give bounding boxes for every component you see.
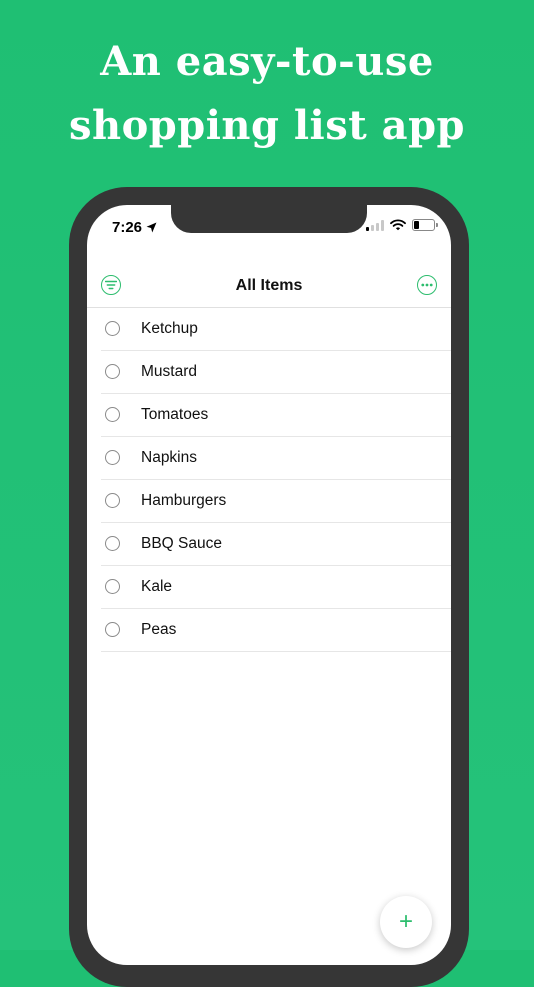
- item-label: Peas: [141, 621, 177, 638]
- item-checkbox[interactable]: [105, 407, 120, 422]
- more-options-icon: [421, 283, 433, 287]
- item-checkbox[interactable]: [105, 536, 120, 551]
- headline: An easy-to-use shopping list app: [0, 30, 534, 158]
- status-time-text: 7:26: [112, 219, 143, 236]
- list-item[interactable]: Peas: [101, 609, 451, 652]
- headline-line-2: shopping list app: [68, 102, 466, 149]
- list-item[interactable]: Mustard: [101, 351, 451, 394]
- list-item[interactable]: Tomatoes: [101, 394, 451, 437]
- item-label: Napkins: [141, 449, 197, 466]
- location-arrow-icon: [146, 222, 157, 233]
- item-label: Hamburgers: [141, 492, 227, 509]
- item-checkbox[interactable]: [105, 579, 120, 594]
- item-label: Ketchup: [141, 320, 198, 337]
- item-checkbox[interactable]: [105, 321, 120, 336]
- more-options-button[interactable]: [417, 275, 437, 295]
- add-item-button[interactable]: +: [380, 896, 432, 948]
- navigation-bar: All Items: [87, 255, 451, 308]
- phone-screen: 7:26 All Items Ketchup Mustard Tomatoes …: [87, 205, 451, 965]
- item-label: BBQ Sauce: [141, 535, 222, 552]
- phone-notch: [171, 205, 367, 233]
- item-label: Tomatoes: [141, 406, 209, 423]
- item-checkbox[interactable]: [105, 450, 120, 465]
- wifi-icon: [390, 219, 406, 231]
- item-checkbox[interactable]: [105, 493, 120, 508]
- item-label: Kale: [141, 578, 173, 595]
- cellular-signal-icon: [366, 219, 384, 231]
- add-icon: +: [398, 908, 413, 935]
- status-icons: [366, 219, 438, 231]
- list-item[interactable]: BBQ Sauce: [101, 523, 451, 566]
- list-item[interactable]: Kale: [101, 566, 451, 609]
- battery-icon: [412, 219, 438, 231]
- item-checkbox[interactable]: [105, 364, 120, 379]
- status-time: 7:26: [112, 219, 157, 236]
- list-item[interactable]: Hamburgers: [101, 480, 451, 523]
- phone-frame: 7:26 All Items Ketchup Mustard Tomatoes …: [69, 187, 469, 987]
- page-title: All Items: [235, 277, 303, 294]
- item-label: Mustard: [141, 363, 197, 380]
- list-item[interactable]: Napkins: [101, 437, 451, 480]
- shopping-list: Ketchup Mustard Tomatoes Napkins Hamburg…: [87, 308, 451, 652]
- battery-level: [414, 221, 420, 229]
- headline-line-1: An easy-to-use: [100, 38, 434, 85]
- item-checkbox[interactable]: [105, 622, 120, 637]
- list-item[interactable]: Ketchup: [101, 308, 451, 351]
